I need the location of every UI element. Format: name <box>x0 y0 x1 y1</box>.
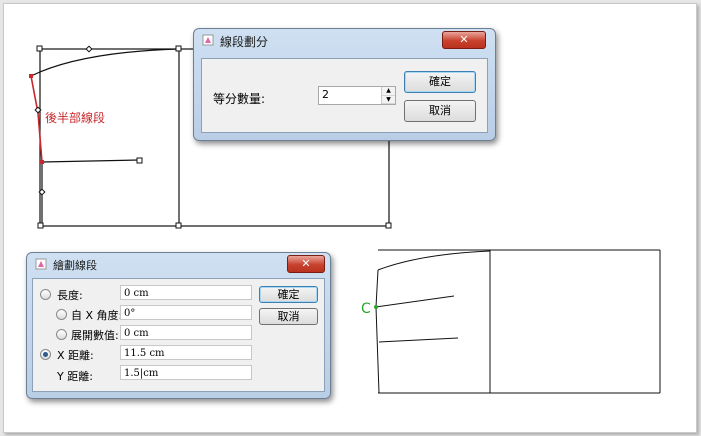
pattern-line-upper <box>41 159 140 163</box>
green-marker <box>374 305 378 309</box>
angle-field[interactable]: 0° <box>120 305 252 320</box>
y-distance-label: Y 距離: <box>57 370 93 383</box>
expand-label: 展開數值: <box>71 329 119 342</box>
x-distance-field[interactable]: 11.5 cm <box>120 345 252 360</box>
length-label: 長度: <box>57 289 83 302</box>
draw-segment-dialog: 繪劃線段 ✕ 長度: 0 cm 自 X 角度: 0° 展開數值: 0 cm X … <box>26 252 331 399</box>
dialog-title: 繪劃線段 <box>53 259 97 272</box>
green-marker-label: C <box>361 301 371 317</box>
segment-node <box>40 160 44 164</box>
y-distance-field[interactable]: 1.5|cm <box>120 365 252 380</box>
count-value: 2 <box>322 88 329 101</box>
divide-segment-dialog: 線段劃分 ✕ 等分數量: 2 ▲ ▼ 確定 取消 <box>193 28 496 141</box>
close-button[interactable]: ✕ <box>287 255 325 273</box>
rectangle-handle <box>37 222 44 229</box>
ok-button[interactable]: 確定 <box>259 286 318 303</box>
length-radio[interactable] <box>40 289 51 300</box>
pattern-curve-bottom <box>377 250 491 271</box>
spinner-buttons: ▲ ▼ <box>381 87 395 104</box>
pattern-line-lower-bottom <box>378 337 459 343</box>
spin-up-icon[interactable]: ▲ <box>382 87 395 96</box>
segment-node <box>29 74 33 78</box>
pattern-line-upper-bottom <box>375 295 455 308</box>
dialog-titlebar[interactable]: 繪劃線段 ✕ <box>27 253 330 275</box>
dialog-client-area: 長度: 0 cm 自 X 角度: 0° 展開數值: 0 cm X 距離: 11.… <box>32 278 325 392</box>
curve-handle <box>85 45 93 53</box>
expand-radio[interactable] <box>56 329 67 340</box>
app-icon <box>202 34 214 46</box>
rectangle-handle <box>385 222 392 229</box>
pattern-drawing-bottom: C <box>361 249 661 394</box>
dialog-client-area: 等分數量: 2 ▲ ▼ 確定 取消 <box>201 58 488 133</box>
cancel-button[interactable]: 取消 <box>259 308 318 325</box>
x-distance-label: X 距離: <box>57 349 94 362</box>
x-distance-radio[interactable] <box>40 349 51 360</box>
cancel-button[interactable]: 取消 <box>404 100 476 122</box>
rectangle-handle <box>36 45 43 52</box>
length-field[interactable]: 0 cm <box>120 285 252 300</box>
close-button[interactable]: ✕ <box>442 31 486 49</box>
app-icon <box>35 258 47 270</box>
angle-label: 自 X 角度: <box>71 309 123 322</box>
pattern-left-border <box>375 269 380 394</box>
line-end-handle <box>136 157 143 164</box>
rectangle-handle <box>175 222 182 229</box>
annotation-back-segment: 後半部線段 <box>45 111 106 125</box>
ok-button[interactable]: 確定 <box>404 71 476 93</box>
angle-radio[interactable] <box>56 309 67 320</box>
rectangle-handle <box>175 45 182 52</box>
count-label: 等分數量: <box>213 92 266 106</box>
dialog-title: 線段劃分 <box>220 35 269 49</box>
count-spinner[interactable]: 2 ▲ ▼ <box>318 86 396 105</box>
pattern-curve-top <box>30 48 180 77</box>
dialog-titlebar[interactable]: 線段劃分 ✕ <box>194 29 495 51</box>
expand-field[interactable]: 0 cm <box>120 325 252 340</box>
spin-down-icon[interactable]: ▼ <box>382 95 395 104</box>
